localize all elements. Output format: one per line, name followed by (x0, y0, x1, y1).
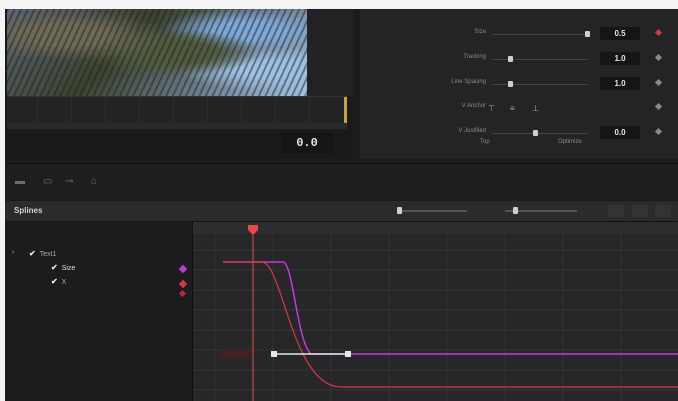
line-spacing-label: Line Spacing (451, 79, 486, 85)
v-justified-row: V Justified 0.0 (360, 126, 678, 140)
tracking-slider[interactable] (492, 59, 588, 60)
tree-item-x[interactable]: ✔ X (51, 277, 66, 286)
timecode-display[interactable]: 0.0 (281, 133, 333, 153)
red-marker-icon (178, 289, 187, 298)
top-sublabel: Top (480, 139, 490, 145)
line-spacing-row: Line Spacing 1.0 (360, 77, 678, 91)
link-icon[interactable]: ⊸ (65, 176, 73, 187)
v-anchor-row: V Anchor ⊤ ≡ ⊥ (360, 101, 678, 115)
options-button[interactable] (632, 205, 648, 217)
keyframe-icon[interactable] (654, 102, 663, 111)
checkbox-icon[interactable]: ✔ (29, 249, 36, 258)
viewer-side-panel (307, 9, 353, 96)
tree-item-text1[interactable]: ✔ Text1 (29, 249, 56, 258)
v-justified-label: V Justified (458, 128, 486, 134)
spline-graph-canvas[interactable] (193, 222, 678, 401)
line-spacing-slider-knob[interactable] (508, 81, 513, 87)
zoom-fit-icon[interactable]: ▬ (15, 176, 25, 187)
ruler-tick (71, 97, 72, 123)
horizontal-zoom-knob[interactable] (397, 207, 402, 214)
video-frame[interactable] (7, 9, 307, 96)
magenta-marker-icon (178, 264, 188, 274)
size-slider[interactable] (492, 34, 588, 35)
align-bottom-icon[interactable]: ⊥ (532, 104, 539, 113)
tree-item-label: X (61, 279, 67, 286)
splines-header: Splines (5, 201, 678, 222)
optimize-sublabel: Optimize (558, 139, 582, 145)
ruler-tick (241, 97, 242, 123)
align-middle-icon[interactable]: ≡ (510, 104, 515, 113)
line-spacing-slider[interactable] (492, 84, 588, 85)
ruler-end-marker[interactable] (344, 97, 347, 123)
line-spacing-value[interactable]: 1.0 (600, 77, 640, 90)
flag-icon[interactable]: ⌂ (91, 176, 97, 187)
tree-item-label: Text1 (39, 251, 57, 258)
select-all-icon[interactable]: ▭ (43, 176, 52, 187)
fit-button[interactable] (608, 205, 624, 217)
size-curve (223, 261, 678, 355)
fusion-app: 0.0 Size 0.5 Tracking 1.0 Line Spacing 1… (5, 9, 678, 401)
ruler-tick (105, 97, 106, 123)
keyframe-icon[interactable] (654, 53, 663, 62)
keyframe-icon[interactable] (654, 28, 663, 37)
tree-expand-icon[interactable]: › (12, 249, 14, 256)
vertical-zoom-knob[interactable] (513, 207, 518, 214)
v-anchor-label: V Anchor (461, 103, 486, 109)
viewer-scrub-bar[interactable] (7, 123, 347, 129)
tracking-label: Tracking (463, 54, 486, 60)
tracking-slider-knob[interactable] (508, 56, 513, 62)
graph-ruler (193, 222, 678, 234)
viewer-panel: 0.0 (5, 9, 353, 159)
keyframe-point (345, 351, 351, 357)
keyframe-icon[interactable] (654, 78, 663, 87)
ruler-tick (275, 97, 276, 123)
checkbox-icon[interactable]: ✔ (51, 263, 58, 272)
keyframe-icon[interactable] (654, 127, 663, 136)
tree-item-label: Size (61, 265, 76, 272)
tracking-value[interactable]: 1.0 (600, 52, 640, 65)
v-justified-value[interactable]: 0.0 (600, 126, 640, 139)
inspector-panel: Size 0.5 Tracking 1.0 Line Spacing 1.0 V… (360, 9, 678, 159)
spline-toolbar: ▬ ▭ ⊸ ⌂ (5, 163, 678, 198)
tree-item-size[interactable]: ✔ Size (51, 263, 75, 272)
size-value[interactable]: 0.5 (600, 27, 640, 40)
checkbox-icon[interactable]: ✔ (51, 277, 58, 286)
more-button[interactable] (655, 205, 671, 217)
ruler-tick (309, 97, 310, 123)
ruler-tick (37, 97, 38, 123)
splines-title: Splines (14, 206, 43, 215)
spline-graph[interactable] (192, 222, 678, 401)
ruler-tick (139, 97, 140, 123)
spline-tree: › ✔ Text1 ✔ Size ✔ X (5, 222, 192, 401)
red-marker-icon (178, 279, 188, 289)
size-row: Size 0.5 (360, 27, 678, 41)
tracking-row: Tracking 1.0 (360, 52, 678, 66)
keyframe-point (271, 351, 277, 357)
ruler-tick (207, 97, 208, 123)
size-label: Size (474, 29, 486, 35)
horizontal-zoom-slider[interactable] (397, 210, 467, 212)
viewer-timeline-ruler[interactable] (7, 96, 347, 123)
align-top-icon[interactable]: ⊤ (488, 104, 495, 113)
size-slider-knob[interactable] (585, 31, 590, 37)
v-justified-slider-knob[interactable] (533, 130, 538, 136)
ruler-tick (173, 97, 174, 123)
v-justified-slider[interactable] (492, 133, 588, 134)
keyframe-range (219, 350, 251, 358)
